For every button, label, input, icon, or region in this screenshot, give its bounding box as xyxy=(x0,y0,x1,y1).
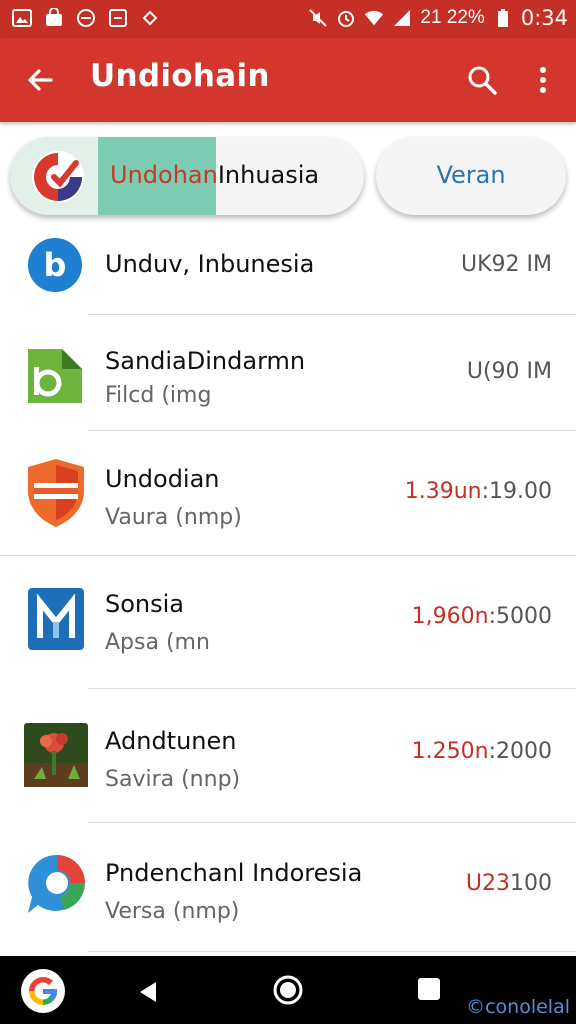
svg-text:b: b xyxy=(44,246,67,284)
battery-icon xyxy=(493,8,513,28)
chip-version-label: Veran xyxy=(436,161,506,189)
watermark: ©conolelal xyxy=(466,996,570,1018)
list-item-meta-red: U23 xyxy=(465,871,510,896)
search-icon[interactable] xyxy=(462,60,502,100)
arrow-back-icon[interactable] xyxy=(20,60,60,100)
chat-bubble-icon xyxy=(24,851,88,915)
nav-home-icon[interactable] xyxy=(270,972,306,1008)
list-item[interactable]: b Unduv, Inbunesia UK92 IM xyxy=(0,230,576,314)
list-item-meta: 1.39un:19.00 xyxy=(405,479,552,504)
app-bar: Undiohain xyxy=(0,38,576,122)
filter-chip-version[interactable]: Veran xyxy=(376,137,566,215)
signal-icon xyxy=(392,8,412,28)
gps-icon xyxy=(140,8,160,28)
list-item-meta-value: 100 xyxy=(510,871,552,896)
app-logo-icon xyxy=(30,149,86,205)
list-item-title: Unduv, Inbunesia xyxy=(105,250,315,278)
list-item-meta-value: U(90 IM xyxy=(466,359,552,384)
list-item-meta: 1.250n:2000 xyxy=(412,739,552,764)
list-item-meta: 1,960n:5000 xyxy=(412,604,552,629)
list-item-title: Pndenchanl Indoresia xyxy=(105,859,363,887)
list-item-subtitle: Savira (nnp) xyxy=(105,767,241,792)
list-item[interactable]: SandiaDindarmn Filcd (img U(90 IM xyxy=(0,315,576,430)
mute-icon xyxy=(308,8,328,28)
shield-icon xyxy=(24,457,88,527)
list-item[interactable]: Pndenchanl Indoresia Versa (nmp) U23100 xyxy=(0,823,576,951)
minus-circle-icon xyxy=(76,8,96,28)
battery-percent: 21 22% xyxy=(420,7,485,28)
list-item-title: SandiaDindarmn xyxy=(105,347,306,375)
list-item-meta-red: 1.250n xyxy=(411,739,489,764)
list-item-meta: UK92 IM xyxy=(461,252,552,277)
nav-recent-icon[interactable] xyxy=(414,974,444,1004)
clock: 0:34 xyxy=(520,6,568,30)
status-bar-notifications xyxy=(12,8,160,28)
blue-square-icon xyxy=(26,586,90,650)
chip-label-rest: Inhuasia xyxy=(217,161,320,189)
list-item[interactable]: Adndtunen Savira (nnp) 1.250n:2000 xyxy=(0,689,576,822)
list-item-meta-value: :5000 xyxy=(488,604,552,629)
list-item-subtitle: Apsa (mn xyxy=(105,630,210,655)
list-item-meta-value: :19.00 xyxy=(481,479,552,504)
bag-icon xyxy=(44,8,64,28)
photo-icon xyxy=(12,8,32,28)
chip-label: UndohanInhuasia xyxy=(110,161,319,189)
alarm-icon xyxy=(336,8,356,28)
list-item-meta: U(90 IM xyxy=(467,359,552,384)
page-title: Undiohain xyxy=(90,58,270,94)
list-item[interactable]: Undodian Vaura (nmp) 1.39un:19.00 xyxy=(0,431,576,555)
list-item[interactable]: Sonsia Apsa (mn 1,960n:5000 xyxy=(0,556,576,688)
list-item-meta-red: 1,960n xyxy=(411,604,489,629)
list-item-meta: U23100 xyxy=(466,871,552,896)
list-item-meta-value: :2000 xyxy=(488,739,552,764)
wifi-icon xyxy=(364,8,384,28)
list-item-subtitle: Versa (nmp) xyxy=(105,899,240,924)
green-file-icon xyxy=(24,343,88,407)
divider xyxy=(88,951,576,952)
nav-back-icon[interactable] xyxy=(130,974,166,1010)
list-item-meta-value: UK92 IM xyxy=(461,252,552,277)
list-item-title: Adndtunen xyxy=(105,727,237,755)
list-item-meta-red: 1.39un xyxy=(404,479,482,504)
list-item-subtitle: Vaura (nmp) xyxy=(105,505,242,530)
filter-chip-region[interactable]: UndohanInhuasia xyxy=(10,137,364,215)
navigation-bar: ©conolelal xyxy=(0,956,576,1024)
chip-label-highlight: Undohan xyxy=(110,161,218,189)
status-bar-system: 21 22% 0:34 xyxy=(308,6,568,30)
list-item-subtitle: Filcd (img xyxy=(105,383,212,408)
more-vert-icon[interactable] xyxy=(528,60,558,100)
list-item-title: Undodian xyxy=(105,465,220,493)
google-icon[interactable] xyxy=(20,968,66,1014)
download-icon xyxy=(108,8,128,28)
game-thumbnail-icon xyxy=(24,723,88,787)
status-bar: 21 22% 0:34 xyxy=(0,0,576,38)
list-item-title: Sonsia xyxy=(105,590,185,618)
b-circle-icon: b xyxy=(26,236,84,294)
